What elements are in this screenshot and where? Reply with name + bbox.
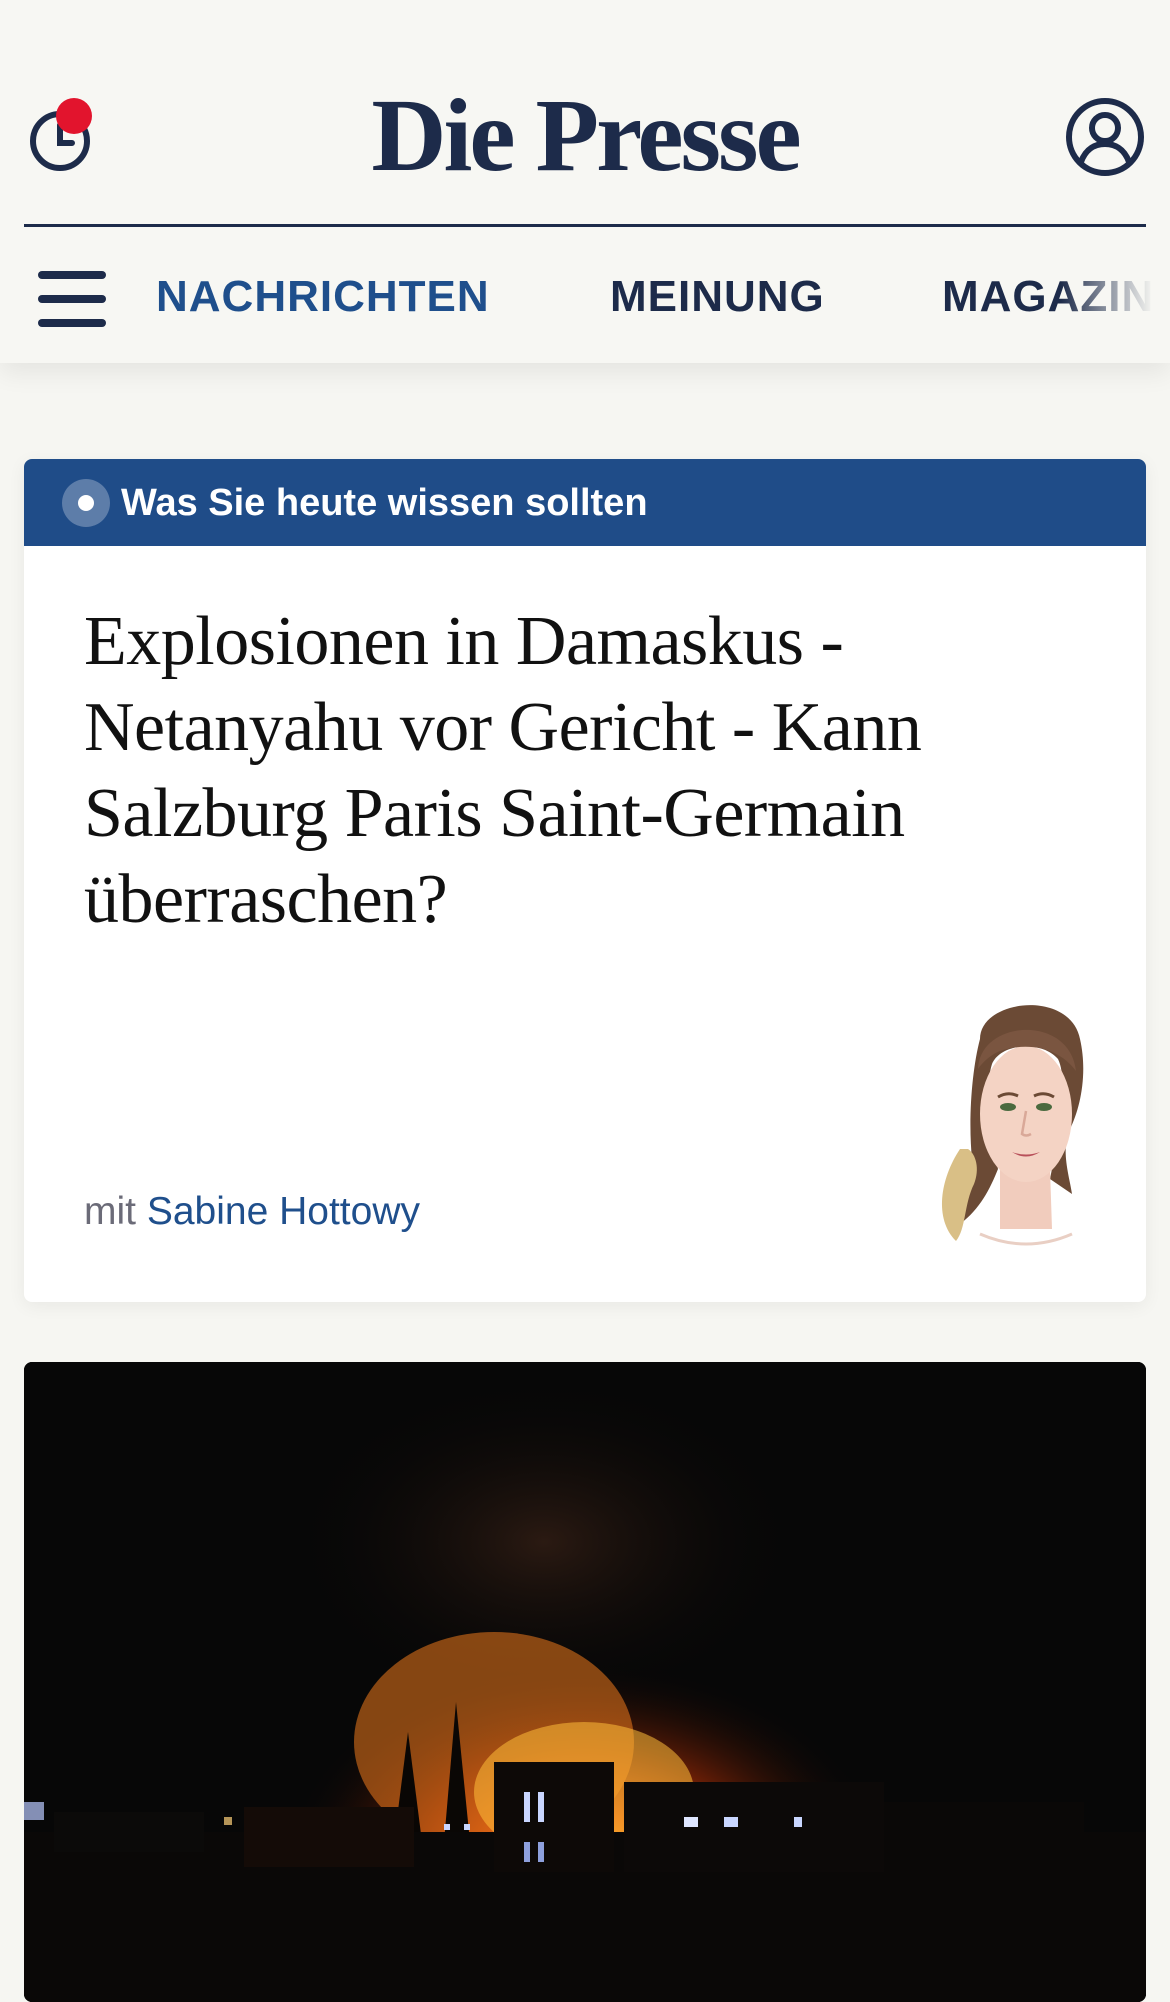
site-header: Die Presse NACHRICHTEN MEINUNG MAGAZIN — [0, 0, 1170, 363]
daily-briefing-card[interactable]: Was Sie heute wissen sollten Explosionen… — [24, 459, 1146, 1302]
account-button[interactable] — [1064, 96, 1146, 178]
night-fire-photo — [24, 1362, 1146, 2002]
section-nav: NACHRICHTEN MEINUNG MAGAZIN — [0, 227, 1170, 363]
hamburger-menu-icon[interactable] — [38, 271, 106, 327]
nav-item-nachrichten[interactable]: NACHRICHTEN — [156, 272, 490, 322]
live-dot-icon — [62, 479, 110, 527]
author-avatar — [920, 979, 1120, 1249]
byline-author[interactable]: Sabine Hottowy — [147, 1190, 420, 1233]
user-circle-icon — [1066, 98, 1144, 176]
briefing-headline[interactable]: Explosionen in Damaskus - Netanyahu vor … — [84, 599, 954, 943]
briefing-banner-label: Was Sie heute wissen sollten — [121, 482, 648, 524]
nav-scroll-fade — [1060, 227, 1170, 363]
briefing-banner: Was Sie heute wissen sollten — [24, 459, 1146, 546]
hero-image[interactable] — [24, 1362, 1146, 2002]
byline-prefix: mit — [84, 1190, 136, 1233]
site-logo[interactable]: Die Presse — [0, 76, 1170, 196]
briefing-byline: mit Sabine Hottowy — [84, 1187, 420, 1237]
nav-item-meinung[interactable]: MEINUNG — [610, 272, 825, 322]
